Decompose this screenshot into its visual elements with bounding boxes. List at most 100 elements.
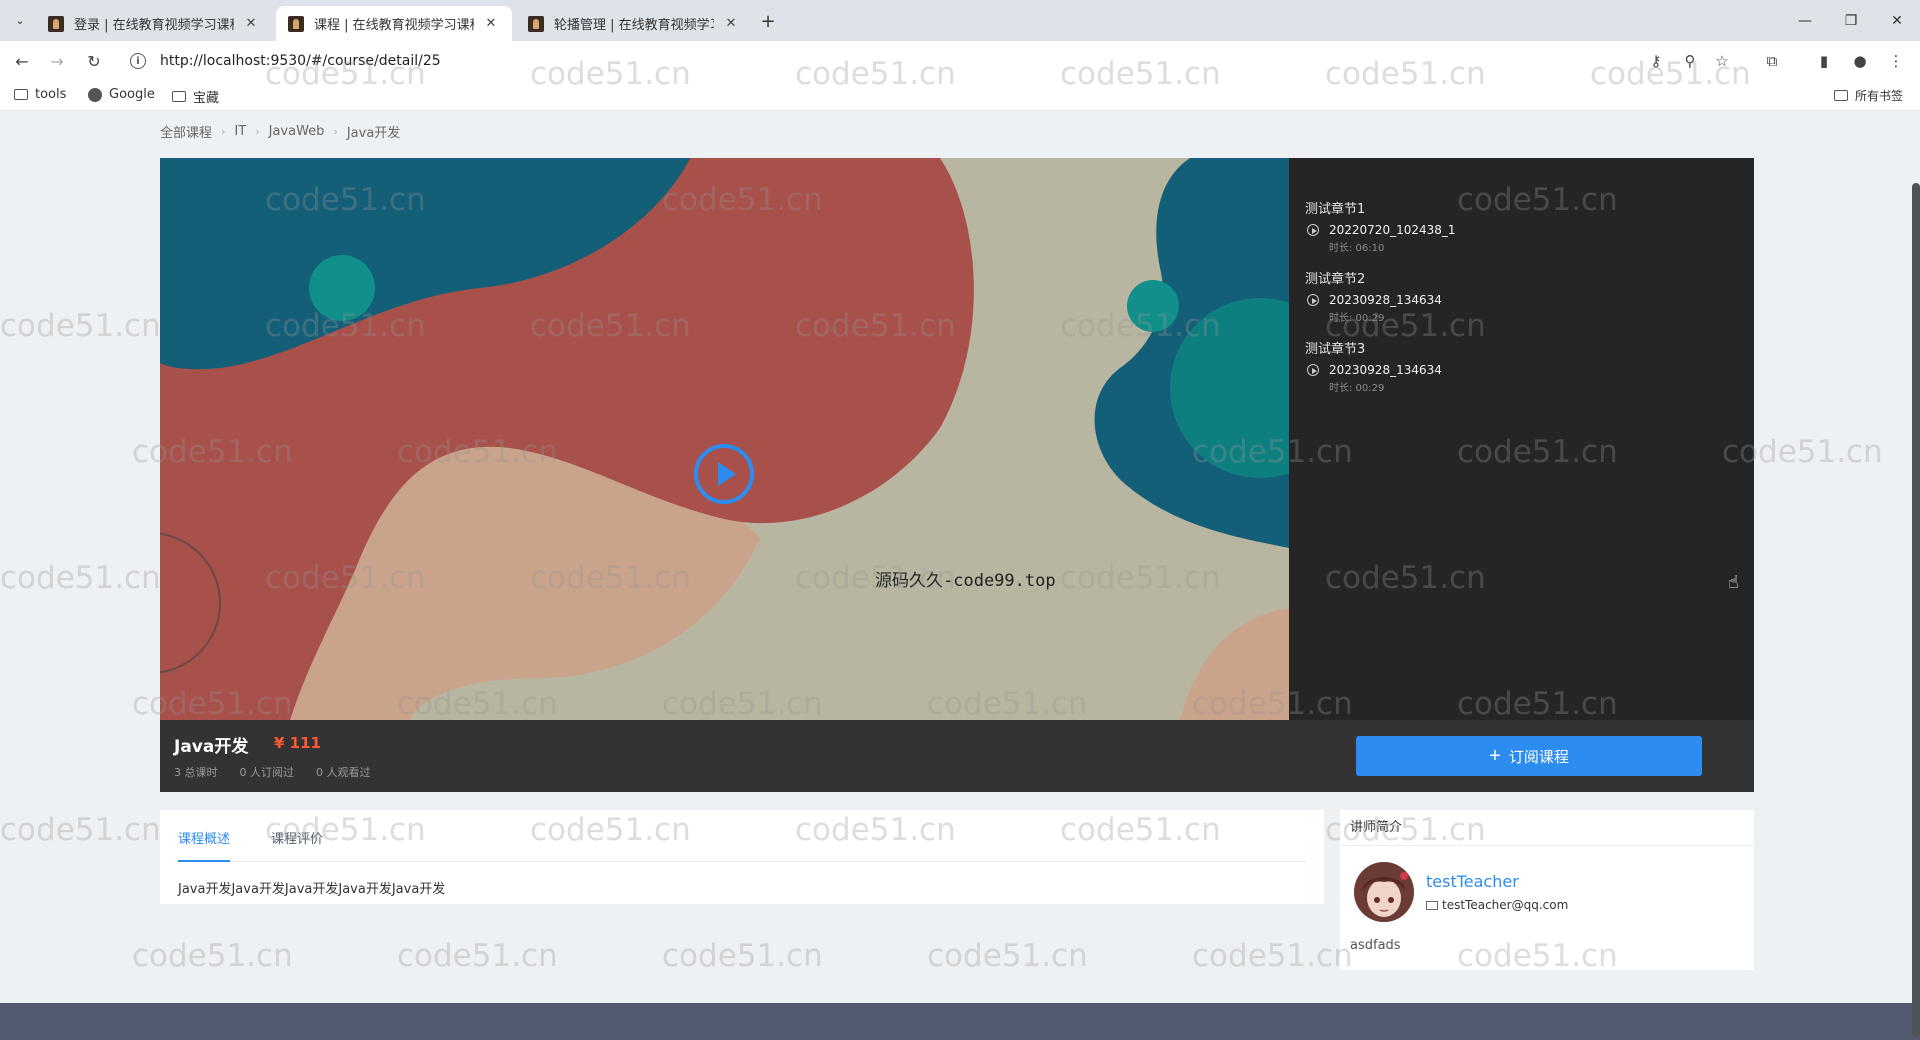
course-stats: 3 总课时 0 人订阅过 0 人观看过 (174, 764, 393, 780)
profile-avatar-icon[interactable]: ● (1850, 51, 1870, 71)
tab-close-icon[interactable]: ✕ (722, 15, 740, 33)
chapter-item: 测试章节3 20230928_134634 时长: 00:29 (1305, 338, 1735, 398)
window-close-icon[interactable]: ✕ (1874, 0, 1920, 41)
restore-icon[interactable]: ❐ (1828, 0, 1874, 41)
bookmark-google[interactable]: Google (88, 87, 155, 102)
cover-artwork (160, 158, 1289, 720)
chevron-right-icon: › (333, 125, 338, 138)
course-description: Java开发Java开发Java开发Java开发Java开发 (178, 882, 446, 897)
side-panel-icon[interactable]: ▮ (1814, 51, 1834, 71)
tab-title: 轮播管理 | 在线教育视频学习课程系统 (554, 18, 714, 33)
subscribe-label: 订阅课程 (1508, 748, 1569, 766)
tab-close-icon[interactable]: ✕ (482, 15, 500, 33)
globe-icon (88, 87, 102, 102)
browser-toolbar: ← → ↻ i http://localhost:9530/#/course/d… (0, 41, 1920, 81)
password-key-icon[interactable]: ⚷ (1646, 51, 1666, 71)
course-price: ¥ 111 (274, 734, 321, 752)
site-info-icon[interactable]: i (130, 53, 146, 69)
breadcrumb: 全部课程 › IT › JavaWeb › Java开发 (160, 122, 400, 141)
bookmark-label: 宝藏 (193, 91, 220, 106)
forward-arrow-icon[interactable]: → (45, 49, 69, 73)
teacher-name[interactable]: testTeacher (1426, 872, 1519, 891)
tab-title: 登录 | 在线教育视频学习课程系统 (74, 18, 234, 33)
browser-tabstrip: ⌄ 登录 | 在线教育视频学习课程系统 ✕ 课程 | 在线教育视频学习课程系统 … (0, 0, 1920, 41)
lesson-item[interactable]: 20230928_134634 (1305, 290, 1735, 310)
chapter-item: 测试章节2 20230928_134634 时长: 00:29 (1305, 268, 1735, 328)
lesson-title[interactable]: 20220720_102438_1 (1329, 223, 1456, 237)
reload-icon[interactable]: ↻ (82, 49, 106, 73)
site-favicon-icon (288, 15, 304, 32)
lesson-duration: 时长: 00:29 (1329, 313, 1385, 324)
chapter-title: 测试章节3 (1305, 342, 1366, 357)
folder-icon (172, 91, 186, 102)
tab-search-icon[interactable]: ⌄ (8, 8, 32, 32)
teacher-card-heading: 讲师简介 (1340, 810, 1754, 846)
site-favicon-icon (528, 15, 544, 32)
lesson-item[interactable]: 20220720_102438_1 (1305, 220, 1735, 240)
stat-lessons: 3 总课时 (174, 766, 218, 779)
browser-tab-login[interactable]: 登录 | 在线教育视频学习课程系统 ✕ (36, 6, 272, 41)
chapter-list: 测试章节1 20220720_102438_1 时长: 06:10 测试章节2 … (1305, 188, 1735, 398)
folder-icon (1834, 90, 1848, 101)
course-detail-page: 全部课程 › IT › JavaWeb › Java开发 源码久久-code99… (0, 112, 1920, 1040)
envelope-icon (1426, 900, 1438, 910)
address-bar[interactable]: i http://localhost:9530/#/course/detail/… (122, 45, 1772, 77)
teacher-email: testTeacher@qq.com (1426, 898, 1568, 912)
play-circle-icon (1307, 364, 1319, 376)
content-tabs: 课程概述 课程评价 (178, 810, 1306, 862)
tab-overview[interactable]: 课程概述 (178, 828, 231, 862)
page-scrollbar[interactable] (1912, 183, 1920, 1038)
lesson-item[interactable]: 20230928_134634 (1305, 360, 1735, 380)
bookmarks-bar: tools Google 宝藏 所有书签 (0, 81, 1920, 111)
all-bookmarks[interactable]: 所有书签 (1834, 87, 1903, 104)
back-arrow-icon[interactable]: ← (10, 49, 34, 73)
breadcrumb-item-java: Java开发 (346, 126, 401, 141)
course-description-card: 课程概述 课程评价 Java开发Java开发Java开发Java开发Java开发 (160, 810, 1324, 904)
play-button[interactable] (694, 444, 754, 504)
chapter-title: 测试章节2 (1305, 272, 1366, 287)
bookmark-label: 所有书签 (1855, 89, 1904, 103)
hand-cursor-icon: ☝ (1728, 572, 1739, 593)
plus-icon: + (1489, 745, 1501, 767)
stat-viewers: 0 人观看过 (316, 766, 371, 779)
chevron-right-icon: › (221, 125, 226, 138)
lesson-duration: 时长: 00:29 (1329, 383, 1385, 394)
avatar-illustration (1354, 862, 1414, 922)
chevron-right-icon: › (255, 125, 260, 138)
video-cover[interactable]: 源码久久-code99.top (160, 158, 1289, 720)
url-text[interactable]: http://localhost:9530/#/course/detail/25 (160, 53, 441, 69)
page-footer (0, 1003, 1920, 1040)
tab-reviews[interactable]: 课程评价 (271, 828, 323, 862)
bookmark-label: Google (109, 87, 155, 102)
teacher-bio: asdfads (1350, 938, 1401, 953)
bookmark-treasure[interactable]: 宝藏 (172, 87, 219, 106)
lesson-title[interactable]: 20230928_134634 (1329, 293, 1442, 307)
menu-kebab-icon[interactable]: ⋮ (1886, 51, 1906, 71)
course-player: 源码久久-code99.top 测试章节1 20220720_102438_1 … (160, 158, 1754, 720)
browser-tab-carousel[interactable]: 轮播管理 | 在线教育视频学习课程系统 ✕ (516, 6, 752, 41)
breadcrumb-item-javaweb[interactable]: JavaWeb (269, 124, 325, 139)
extensions-icon[interactable]: ⧉ (1762, 51, 1782, 71)
play-circle-icon (1307, 224, 1319, 236)
new-tab-plus-icon[interactable]: + (756, 9, 780, 33)
tab-close-icon[interactable]: ✕ (242, 15, 260, 33)
bookmark-star-icon[interactable]: ☆ (1712, 51, 1732, 71)
play-circle-icon (1307, 294, 1319, 306)
tab-title: 课程 | 在线教育视频学习课程系统 (314, 18, 474, 33)
stat-subscribers: 0 人订阅过 (239, 766, 295, 779)
bookmark-tools[interactable]: tools (14, 87, 66, 102)
minimize-icon[interactable]: — (1782, 0, 1828, 41)
breadcrumb-item-all[interactable]: 全部课程 (160, 122, 212, 141)
browser-tab-course[interactable]: 课程 | 在线教育视频学习课程系统 ✕ (276, 6, 512, 41)
teacher-card: 讲师简介 testTeacher testTeacher@qq.com asdf… (1340, 810, 1754, 970)
video-caption: 源码久久-code99.top (875, 571, 1056, 591)
zoom-icon[interactable]: ⚲ (1680, 51, 1700, 71)
lesson-title[interactable]: 20230928_134634 (1329, 363, 1442, 377)
folder-icon (14, 89, 28, 100)
breadcrumb-item-it[interactable]: IT (234, 124, 246, 139)
bookmark-label: tools (35, 87, 67, 102)
chapter-item: 测试章节1 20220720_102438_1 时长: 06:10 (1305, 198, 1735, 258)
teacher-avatar (1354, 862, 1414, 922)
lesson-duration: 时长: 06:10 (1329, 243, 1385, 254)
subscribe-button[interactable]: + 订阅课程 (1356, 736, 1702, 776)
